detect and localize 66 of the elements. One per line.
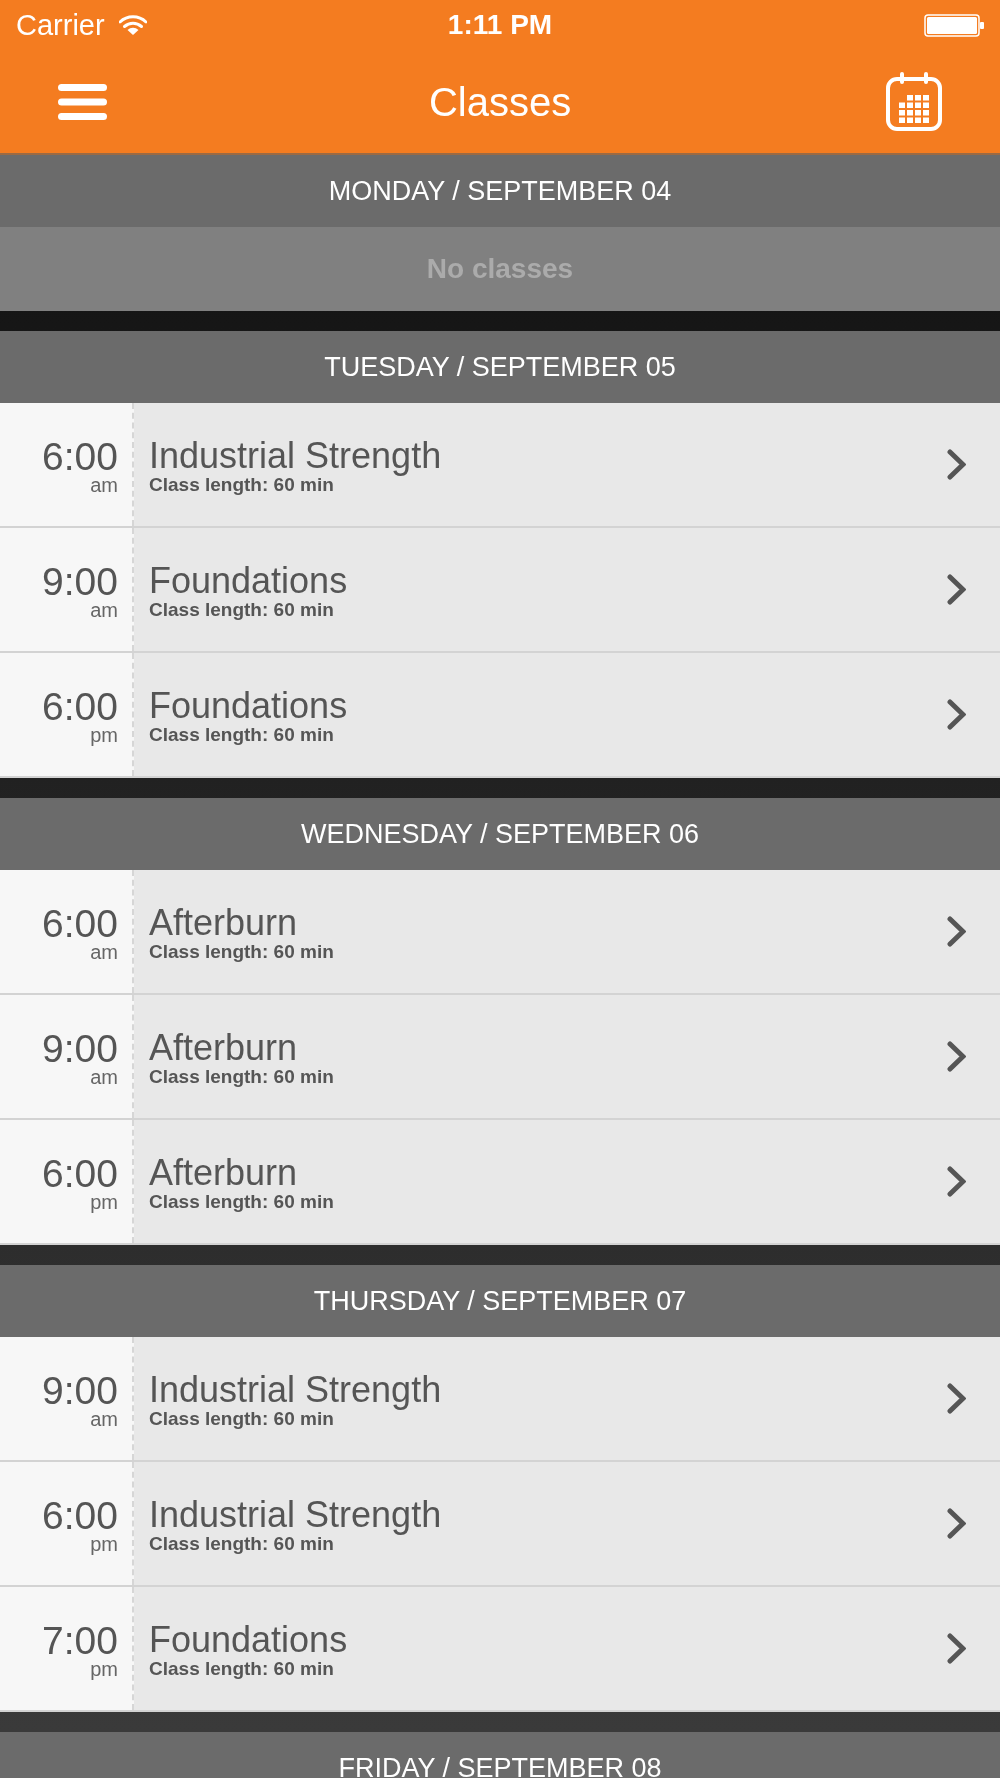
calendar-icon[interactable] <box>886 72 942 131</box>
day-header: TUESDAY / SEPTEMBER 05 <box>0 331 1000 403</box>
time-period: pm <box>90 1191 118 1212</box>
time-period: pm <box>90 1533 118 1554</box>
class-time: 6:00 <box>42 905 118 942</box>
class-time: 9:00 <box>42 563 118 600</box>
time-period: am <box>90 599 118 620</box>
class-name: Afterburn <box>149 1029 298 1066</box>
chevron-right-icon <box>947 916 966 947</box>
class-row[interactable]: 6:00 am Industrial Strength Class length: 60 min <box>0 403 1000 528</box>
chevron-right-icon <box>947 1508 966 1539</box>
class-name: Foundations <box>149 1621 348 1658</box>
chevron-right-icon <box>947 1041 966 1072</box>
screen-title: Classes <box>428 81 572 122</box>
class-row[interactable]: 6:00 pm Industrial Strength Class length: 60 min <box>0 1462 1000 1587</box>
time-period: am <box>90 1408 118 1429</box>
class-row[interactable]: 7:00 pm Foundations Class length: 60 min <box>0 1587 1000 1712</box>
chevron-right-icon <box>947 574 966 605</box>
class-name: Industrial Strength <box>149 1371 442 1408</box>
day-header: WEDNESDAY / SEPTEMBER 06 <box>0 798 1000 870</box>
class-row[interactable]: 9:00 am Afterburn Class length: 60 min <box>0 995 1000 1120</box>
day-header: THURSDAY / SEPTEMBER 07 <box>0 1265 1000 1337</box>
class-length: Class length: 60 min <box>149 598 334 621</box>
class-row[interactable]: 6:00 pm Afterburn Class length: 60 min <box>0 1120 1000 1245</box>
class-row[interactable]: 6:00 pm Foundations Class length: 60 min <box>0 653 1000 778</box>
class-time: 6:00 <box>42 438 118 475</box>
chevron-right-icon <box>947 449 966 480</box>
menu-icon[interactable] <box>58 83 107 120</box>
class-time: 9:00 <box>42 1030 118 1067</box>
carrier-label: Carrier <box>16 10 105 40</box>
class-length: Class length: 60 min <box>149 1657 334 1680</box>
class-name: Industrial Strength <box>149 1496 442 1533</box>
class-length: Class length: 60 min <box>149 473 334 496</box>
time-period: am <box>90 1066 118 1087</box>
chevron-right-icon <box>947 1383 966 1414</box>
time-period: am <box>90 474 118 495</box>
chevron-right-icon <box>947 699 966 730</box>
class-name: Foundations <box>149 562 348 599</box>
class-length: Class length: 60 min <box>149 1532 334 1555</box>
day-header: MONDAY / SEPTEMBER 04 <box>0 155 1000 227</box>
class-name: Afterburn <box>149 1154 298 1191</box>
class-name: Foundations <box>149 687 348 724</box>
time-period: am <box>90 941 118 962</box>
class-row[interactable]: 6:00 am Afterburn Class length: 60 min <box>0 870 1000 995</box>
chevron-right-icon <box>947 1166 966 1197</box>
day-header: FRIDAY / SEPTEMBER 08 <box>0 1732 1000 1778</box>
class-time: 6:00 <box>42 1155 118 1192</box>
class-time: 6:00 <box>42 688 118 725</box>
class-row[interactable]: 9:00 am Industrial Strength Class length: 60 min <box>0 1337 1000 1462</box>
class-length: Class length: 60 min <box>149 1065 334 1088</box>
status-time: 1:11 PM <box>447 11 553 39</box>
wifi-icon <box>118 15 147 35</box>
class-name: Afterburn <box>149 904 298 941</box>
class-length: Class length: 60 min <box>149 940 334 963</box>
time-period: pm <box>90 724 118 745</box>
class-row[interactable]: 9:00 am Foundations Class length: 60 min <box>0 528 1000 653</box>
class-time: 6:00 <box>42 1497 118 1534</box>
class-time: 9:00 <box>42 1372 118 1409</box>
time-period: pm <box>90 1658 118 1679</box>
class-time: 7:00 <box>42 1622 118 1659</box>
class-length: Class length: 60 min <box>149 723 334 746</box>
class-length: Class length: 60 min <box>149 1190 334 1213</box>
class-name: Industrial Strength <box>149 437 442 474</box>
class-length: Class length: 60 min <box>149 1407 334 1430</box>
battery-icon <box>924 13 984 37</box>
chevron-right-icon <box>947 1633 966 1664</box>
